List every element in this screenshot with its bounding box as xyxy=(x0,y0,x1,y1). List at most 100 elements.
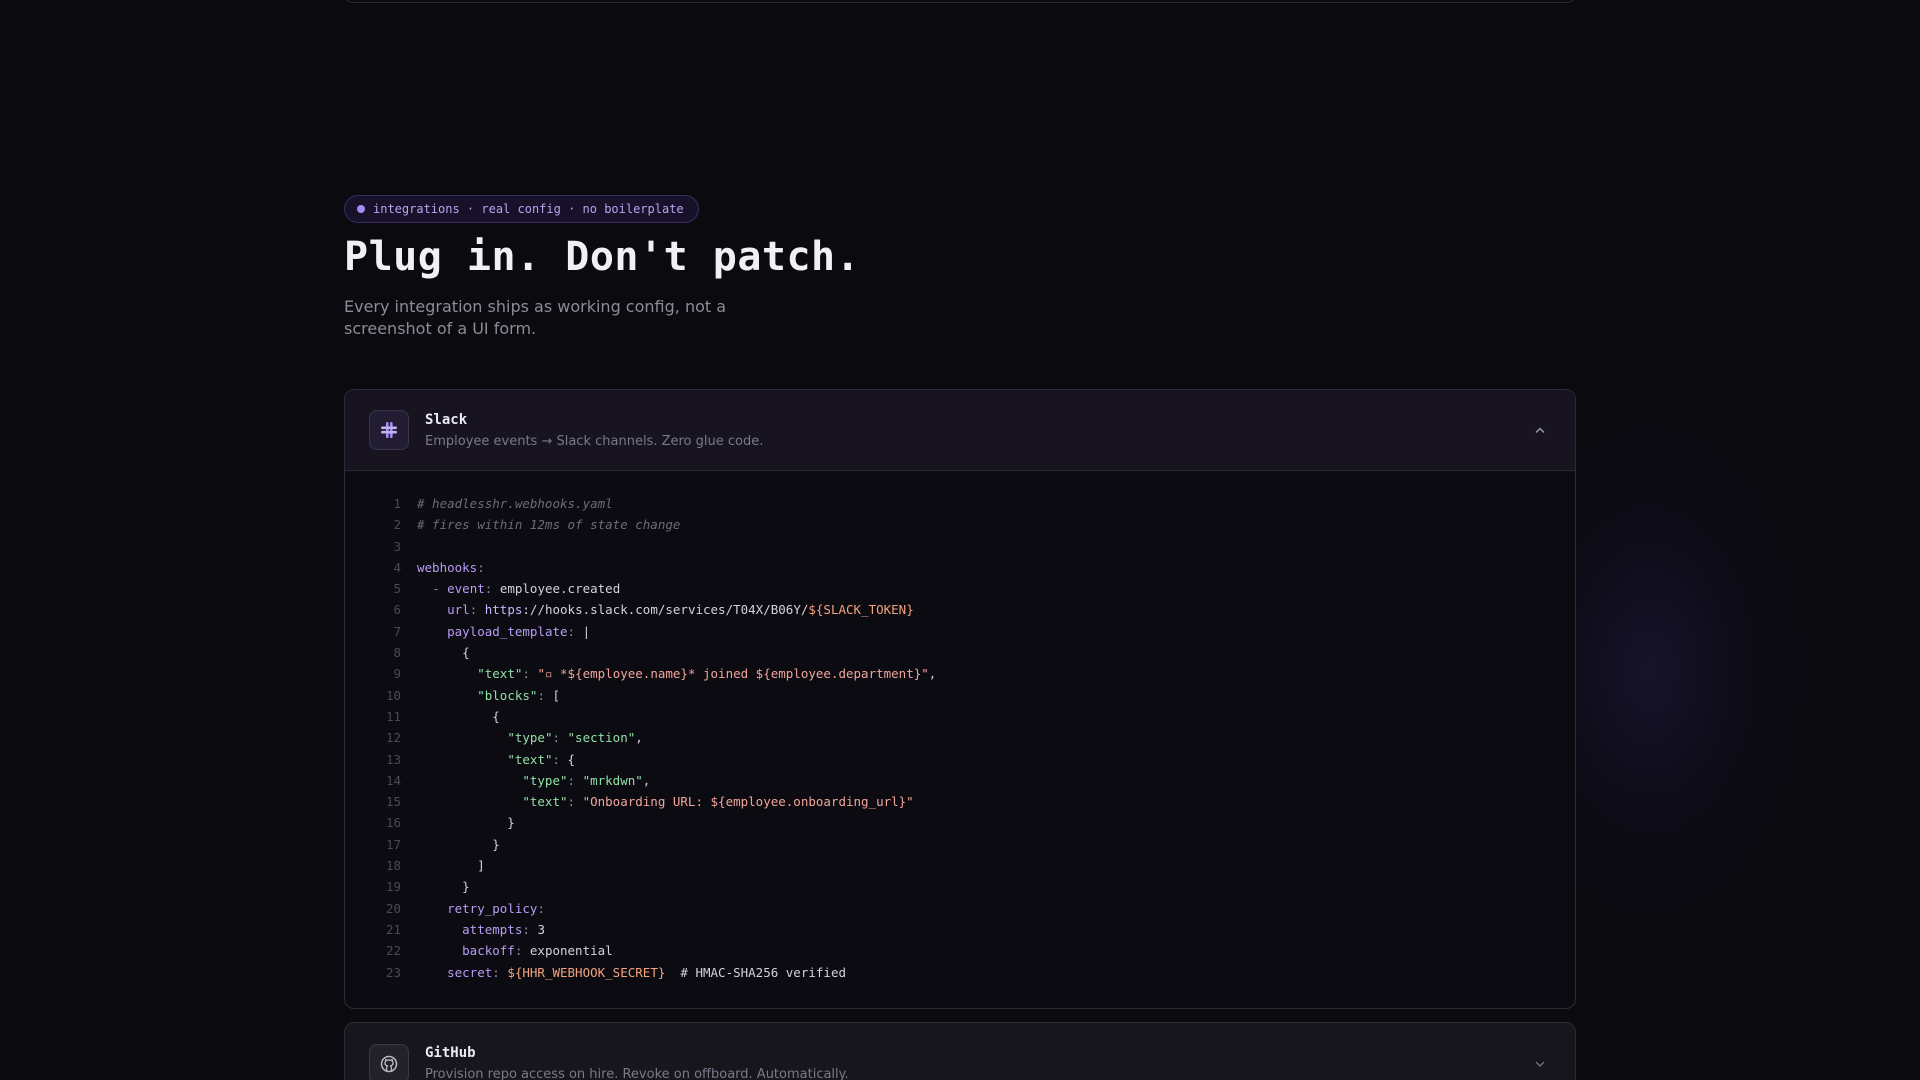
code-line: 23 secret: ${HHR_WEBHOOK_SECRET} # HMAC-… xyxy=(371,962,1575,983)
line-number: 12 xyxy=(385,730,401,746)
github-icon xyxy=(380,1055,398,1072)
code-line: 14 "type": "mrkdwn", xyxy=(371,770,1575,791)
line-number: 2 xyxy=(393,517,401,533)
line-number: 3 xyxy=(393,538,401,554)
code-line: 5 - event: employee.created xyxy=(371,578,1575,599)
code-text: ] xyxy=(417,855,485,876)
code-text: } xyxy=(417,812,515,833)
code-token: "text" xyxy=(522,794,568,810)
section-badge: integrations · real config · no boilerpl… xyxy=(344,195,699,223)
line-number: 17 xyxy=(385,836,401,852)
code-text: secret: ${HHR_WEBHOOK_SECRET} # HMAC-SHA… xyxy=(417,962,846,983)
code-token: : xyxy=(567,772,583,788)
code-token: , xyxy=(635,730,643,746)
code-text: # headlesshr.webhooks.yaml xyxy=(417,493,613,514)
code-text: "text": { xyxy=(417,749,575,770)
code-token: url xyxy=(447,602,470,618)
code-line: 9 "text": "▫ *${employee.name}* joined $… xyxy=(371,663,1575,684)
code-text: "text": "▫ *${employee.name}* joined ${e… xyxy=(417,663,936,684)
line-number: 21 xyxy=(385,921,401,937)
code-token: # headlesshr.webhooks.yaml xyxy=(417,496,613,511)
code-line: 18 ] xyxy=(371,855,1575,876)
line-number: 20 xyxy=(385,900,401,916)
code-line: 16 } xyxy=(371,812,1575,833)
line-number: 14 xyxy=(385,772,401,788)
integration-header-slack[interactable]: Slack Employee events → Slack channels. … xyxy=(345,390,1575,471)
expand-toggle[interactable] xyxy=(1533,1057,1547,1071)
collapse-toggle[interactable] xyxy=(1533,423,1547,437)
line-number: 19 xyxy=(385,879,401,895)
code-token: : xyxy=(567,794,583,810)
integration-description: Employee events → Slack channels. Zero g… xyxy=(425,433,764,449)
code-line: 21 attempts: 3 xyxy=(371,919,1575,940)
code-token: { xyxy=(417,708,500,724)
integration-title: Slack xyxy=(425,411,468,428)
code-token: 3 xyxy=(537,921,545,937)
code-text: } xyxy=(417,834,500,855)
code-token: : xyxy=(522,921,538,937)
chevron-up-icon xyxy=(1535,427,1545,433)
code-token: - xyxy=(432,581,448,597)
code-text: { xyxy=(417,642,470,663)
code-token: # fires within 12ms of state change xyxy=(417,517,681,533)
code-token: } xyxy=(417,815,515,831)
section-subtitle: Every integration ships as working confi… xyxy=(344,297,727,338)
integration-header-github[interactable]: GitHub Provision repo access on hire. Re… xyxy=(345,1023,1575,1080)
code-line: 12 "type": "section", xyxy=(371,727,1575,748)
code-token: { xyxy=(417,645,470,661)
code-line: 4 webhooks: xyxy=(371,557,1575,578)
code-text: "blocks": [ xyxy=(417,685,560,706)
code-line: 7 payload_template: | xyxy=(371,621,1575,642)
code-token: backoff xyxy=(462,943,515,959)
line-number: 5 xyxy=(393,581,401,597)
code-token: https xyxy=(484,602,523,618)
line-number: 16 xyxy=(385,815,401,831)
code-text: attempts: 3 xyxy=(417,919,545,940)
line-number: 10 xyxy=(385,687,401,703)
line-number: 11 xyxy=(385,708,401,724)
line-number: 22 xyxy=(385,943,401,959)
code-token: ${HHR_WEBHOOK_SECRET} xyxy=(507,964,666,980)
code-token: : xyxy=(552,751,568,767)
badge-label: integrations · real config · no boilerpl… xyxy=(373,202,684,216)
code-token: attempts xyxy=(462,921,523,937)
code-line: 17 } xyxy=(371,834,1575,855)
code-text: webhooks: xyxy=(417,557,485,578)
code-line: 2 # fires within 12ms of state change xyxy=(371,514,1575,535)
code-line: 19 } xyxy=(371,876,1575,897)
code-token: : xyxy=(537,687,553,703)
code-text: retry_policy: xyxy=(417,898,545,919)
code-token: : xyxy=(552,730,568,746)
code-token: : xyxy=(537,900,545,916)
code-token: # HMAC-SHA256 verified xyxy=(665,964,846,980)
code-token: ://hooks.slack.com/services/T04X/B06Y/ xyxy=(522,602,809,618)
previous-section-edge xyxy=(344,0,1576,3)
code-line: 15 "text": "Onboarding URL: ${employee.o… xyxy=(371,791,1575,812)
code-text: } xyxy=(417,876,470,897)
config-code-block: 1 # headlesshr.webhooks.yaml 2 # fires with… xyxy=(345,471,1575,983)
code-text: payload_template: | xyxy=(417,621,590,642)
code-token: "▫ *${employee.name}* joined ${employee.… xyxy=(537,666,929,682)
code-token: event xyxy=(447,581,485,597)
code-text: url: https://hooks.slack.com/services/T0… xyxy=(417,599,914,620)
code-line: 1 # headlesshr.webhooks.yaml xyxy=(371,493,1575,514)
code-token: : xyxy=(492,964,508,980)
code-token: "type" xyxy=(522,772,568,788)
github-logo xyxy=(369,1043,409,1080)
code-token: : xyxy=(514,943,530,959)
line-number: 23 xyxy=(385,964,401,980)
code-line: 13 "text": { xyxy=(371,749,1575,770)
line-number: 13 xyxy=(385,751,401,767)
integration-card-slack: Slack Employee events → Slack channels. … xyxy=(344,389,1576,1009)
code-token: : xyxy=(469,602,485,618)
code-text: # fires within 12ms of state change xyxy=(417,514,680,535)
code-token: "text" xyxy=(507,751,553,767)
slack-logo xyxy=(369,410,409,450)
line-number: 4 xyxy=(393,559,401,575)
code-token: ] xyxy=(417,858,485,874)
